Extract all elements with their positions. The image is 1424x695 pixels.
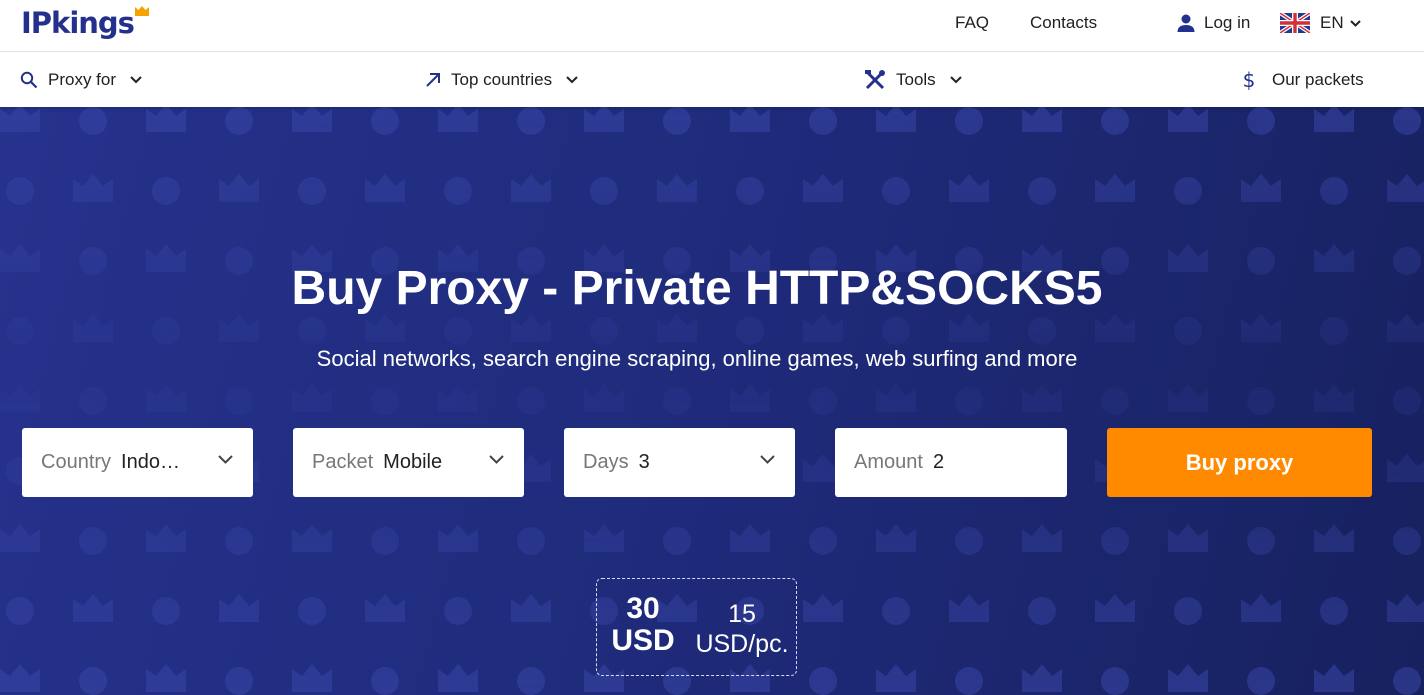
per-unit: USD/pc. xyxy=(695,630,789,658)
amount-label: Amount xyxy=(854,451,923,473)
arrow-up-right-icon xyxy=(426,73,440,87)
top-bar: IPkings FAQ Contacts Log in EN xyxy=(0,0,1424,52)
tools-icon xyxy=(865,70,885,90)
language-label: EN xyxy=(1320,13,1344,32)
crown-icon xyxy=(135,6,149,16)
uk-flag-icon xyxy=(1280,13,1310,33)
packet-select[interactable]: Packet Mobile xyxy=(293,428,524,497)
faq-link[interactable]: FAQ xyxy=(955,13,989,33)
user-icon xyxy=(1177,14,1195,32)
amount-value[interactable]: 2 xyxy=(933,451,944,474)
language-selector[interactable]: EN xyxy=(1280,13,1361,33)
price-summary: 30 USD 15 USD/pc. xyxy=(596,578,797,676)
page-title: Buy Proxy - Private HTTP&SOCKS5 xyxy=(291,262,1103,315)
total-price: 30 USD xyxy=(597,593,689,657)
dollar-icon: $ xyxy=(1243,69,1256,91)
login-label: Log in xyxy=(1204,13,1251,32)
nav-bar: Proxy for Top countries Tools $ Our pack… xyxy=(0,53,1424,107)
country-select[interactable]: Country Indonesia xyxy=(22,428,253,497)
nav-tools-label: Tools xyxy=(896,70,936,89)
total-currency: USD xyxy=(611,624,675,657)
nav-top-countries-label: Top countries xyxy=(451,70,553,89)
country-value: Indonesia xyxy=(121,451,183,473)
nav-our-packets-label: Our packets xyxy=(1272,70,1364,89)
chevron-down-icon xyxy=(760,455,775,464)
days-select[interactable]: Days 3 xyxy=(564,428,795,497)
days-value: 3 xyxy=(638,451,650,473)
chevron-down-icon xyxy=(489,455,504,464)
chevron-down-icon xyxy=(1349,19,1361,27)
logo-text: IPkings xyxy=(21,6,135,40)
chevron-down-icon xyxy=(566,76,578,84)
page-subtitle: Social networks, search engine scraping,… xyxy=(316,346,1078,371)
country-label: Country xyxy=(41,451,112,473)
svg-text:$: $ xyxy=(1243,69,1256,91)
hero-section: Buy Proxy - Private HTTP&SOCKS5 Social n… xyxy=(0,107,1424,695)
buy-proxy-button[interactable]: Buy proxy xyxy=(1107,428,1372,497)
price-per-piece: 15 USD/pc. xyxy=(689,599,795,659)
chevron-down-icon xyxy=(130,76,142,84)
packet-label: Packet xyxy=(312,451,374,473)
nav-top-countries[interactable]: Top countries xyxy=(425,53,578,107)
total-amount: 30 xyxy=(626,592,660,625)
packet-value: Mobile xyxy=(383,451,443,473)
chevron-down-icon xyxy=(949,76,962,84)
logo[interactable]: IPkings xyxy=(21,4,149,44)
per-amount: 15 xyxy=(728,600,756,628)
nav-our-packets[interactable]: $ Our packets xyxy=(1240,53,1364,107)
search-icon xyxy=(20,71,38,89)
days-label: Days xyxy=(583,451,629,473)
nav-tools[interactable]: Tools xyxy=(864,53,962,107)
contacts-link[interactable]: Contacts xyxy=(1030,13,1097,33)
chevron-down-icon xyxy=(218,455,233,464)
nav-proxy-for-label: Proxy for xyxy=(48,70,117,89)
amount-input[interactable]: Amount 2 xyxy=(835,428,1067,497)
nav-proxy-for[interactable]: Proxy for xyxy=(20,53,142,107)
login-link[interactable]: Log in xyxy=(1176,13,1250,33)
